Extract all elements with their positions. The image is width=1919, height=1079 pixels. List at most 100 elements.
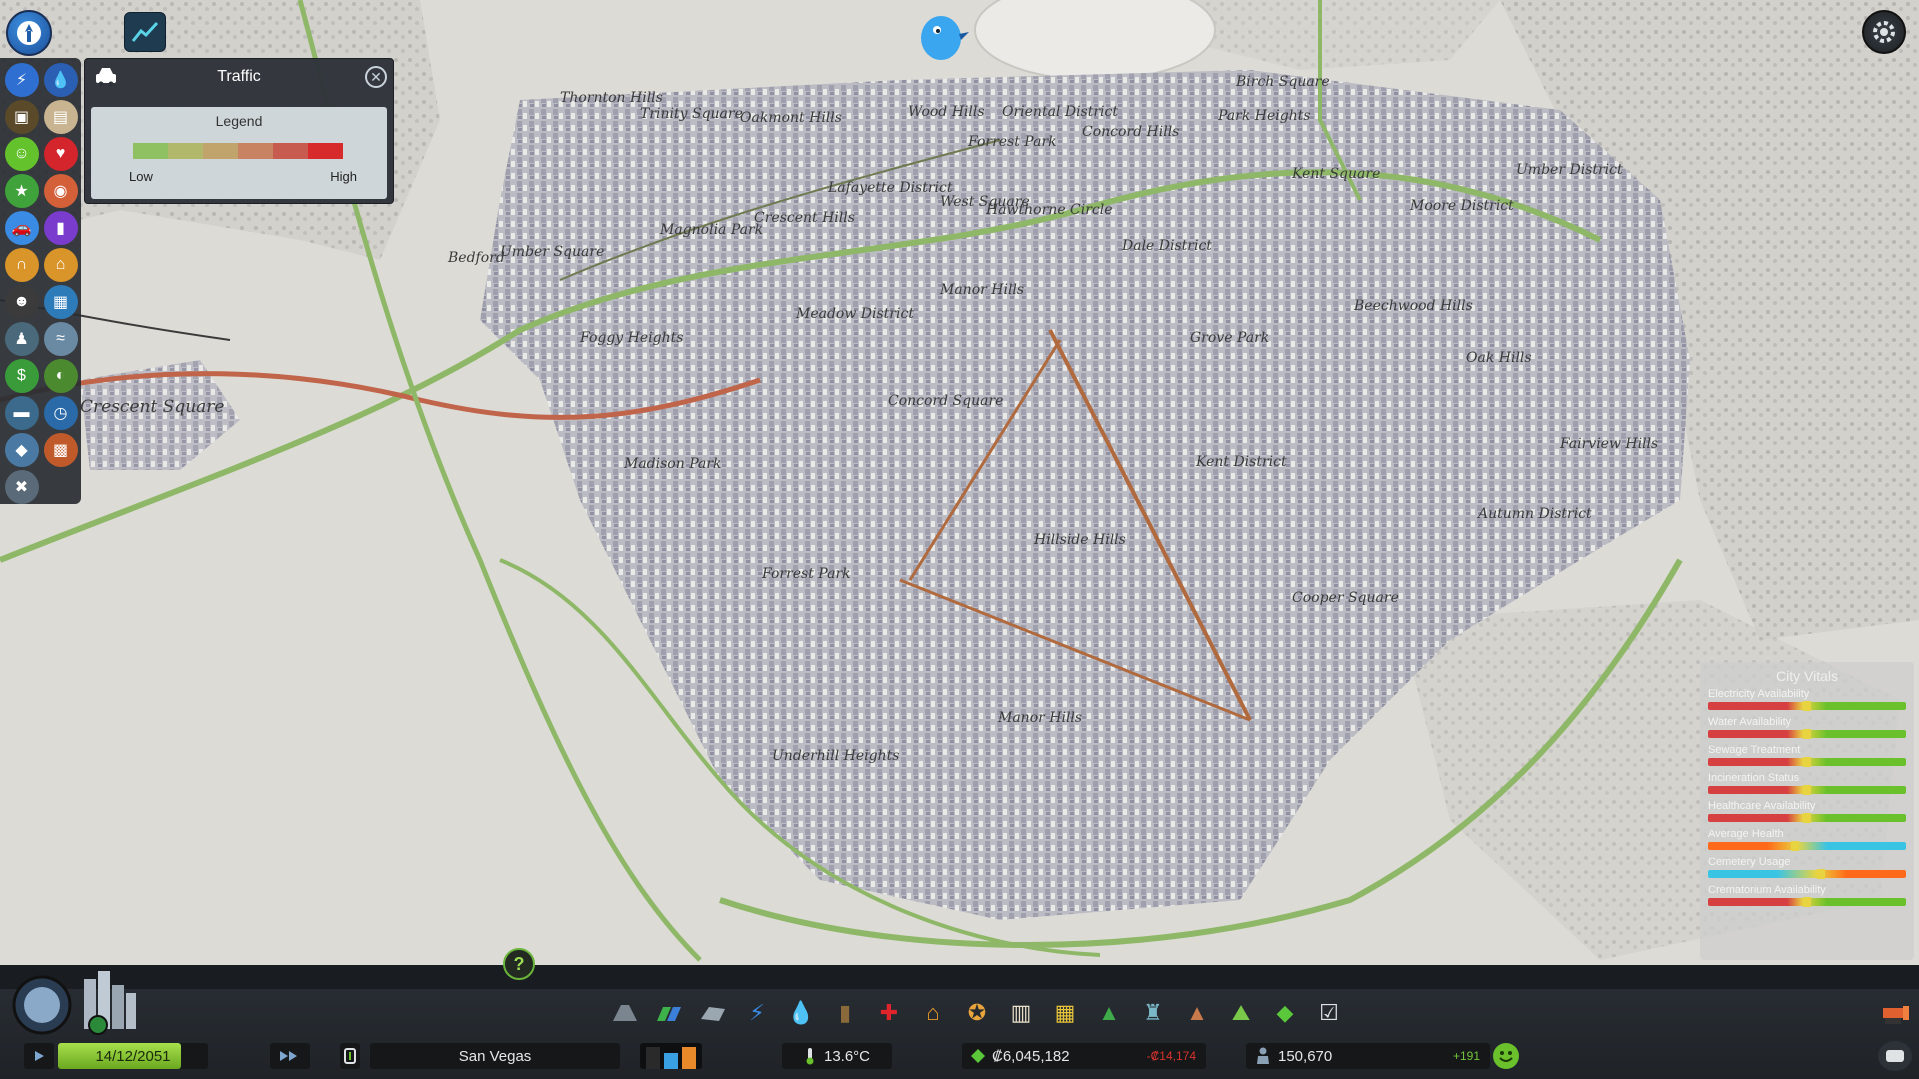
play-icon (35, 1051, 44, 1061)
thermometer-icon (806, 1048, 814, 1065)
electricity-view-icon[interactable]: ⚡ (4, 63, 39, 97)
legend-swatch (168, 143, 203, 159)
money-icon[interactable]: ◆ (1270, 998, 1300, 1028)
money-readout[interactable]: ₡6,045,182 -₡14,174 (962, 1043, 1206, 1069)
vital-bar (1708, 785, 1906, 795)
svg-text:Foggy Heights: Foggy Heights (579, 330, 683, 346)
chirper-button[interactable] (915, 10, 971, 66)
unique-buildings-icon[interactable]: ♜ (1138, 998, 1168, 1028)
svg-text:Forrest Park: Forrest Park (967, 134, 1057, 150)
vital-bar (1708, 897, 1906, 907)
vital-row: Cemetery Usage (1708, 856, 1906, 879)
milestone-icon (17, 21, 41, 45)
garbage-view-icon[interactable]: ▣ (4, 100, 39, 134)
maintenance-view-icon[interactable]: ◷ (43, 396, 78, 430)
svg-text:Kent Square: Kent Square (1291, 166, 1380, 182)
monuments-icon[interactable]: ▲ (1182, 998, 1212, 1028)
close-icon[interactable]: ✕ (365, 66, 387, 88)
svg-text:Oriental District: Oriental District (1002, 104, 1118, 120)
vital-label: Crematorium Availability (1708, 884, 1826, 896)
traffic-legend: Legend Low High (91, 107, 387, 199)
bulldozer-button[interactable] (1879, 1000, 1911, 1026)
vital-row: Electricity Availability (1708, 688, 1906, 711)
info-views-toolbar: ⚡ 💧 ▣ ▤ ☺ ♥ ★ ◉ 🚗 ▮ ∩ ⌂ ☻ ▦ ♟ ≈ $ ◐ ▬ ◷ … (0, 58, 81, 504)
noise-view-icon[interactable]: ◉ (43, 174, 78, 208)
chat-icon (1886, 1050, 1904, 1062)
vital-bar (1708, 729, 1906, 739)
svg-text:Concord Hills: Concord Hills (1082, 124, 1179, 140)
water-view-icon[interactable]: 💧 (43, 63, 78, 97)
svg-text:Fairview Hills: Fairview Hills (1559, 436, 1658, 452)
happiness-view-icon[interactable]: ☺ (4, 137, 39, 171)
outside-connections-view-icon[interactable]: ▬ (4, 396, 39, 430)
policies-icon[interactable]: ☑ (1314, 998, 1344, 1028)
police-icon[interactable]: ✪ (962, 998, 992, 1028)
temperature-readout: 13.6°C (782, 1043, 892, 1069)
svg-text:Beechwood Hills: Beechwood Hills (1353, 298, 1473, 314)
chirper-feed-button[interactable] (1878, 1041, 1912, 1071)
svg-text:Kent District: Kent District (1195, 454, 1287, 470)
settings-button[interactable] (1862, 10, 1906, 54)
svg-text:Cooper Square: Cooper Square (1292, 590, 1399, 606)
game-date: 14/12/2051 (58, 1043, 208, 1069)
svg-text:Wood Hills: Wood Hills (908, 104, 985, 120)
pause-button[interactable] (340, 1043, 360, 1069)
info-views-button[interactable] (124, 12, 166, 52)
traffic-view-icon[interactable]: 🚗 (4, 211, 39, 245)
traffic-panel-title: Traffic (217, 68, 261, 85)
economy-view-icon[interactable]: $ (4, 359, 39, 393)
heating-view-icon[interactable]: ▩ (43, 433, 78, 467)
pollution-view-icon[interactable]: ▮ (43, 211, 78, 245)
public-transport-icon[interactable]: ▦ (1050, 998, 1080, 1028)
construction-toolbar: ⚡ 💧 ▮ ✚ ⌂ ✪ ▥ ▦ ▲ ♜ ▲ ⛰ ◆ ☑ (610, 995, 1344, 1031)
crime-view-icon[interactable]: ☻ (4, 285, 39, 319)
population-readout[interactable]: 150,670 +191 (1246, 1043, 1490, 1069)
game-speed-button[interactable] (270, 1043, 310, 1069)
money-icon (971, 1049, 985, 1063)
landscaping-icon[interactable]: ⛰ (1226, 998, 1256, 1028)
unlock-menu-button[interactable] (6, 10, 52, 56)
resources-view-icon[interactable]: ◐ (43, 359, 78, 393)
svg-text:Oak Hills: Oak Hills (1466, 350, 1532, 366)
vital-label: Incineration Status (1708, 772, 1800, 784)
fire-department-icon[interactable]: ⌂ (918, 998, 948, 1028)
help-button[interactable]: ? (503, 948, 535, 980)
vital-label: Healthcare Availability (1708, 800, 1816, 812)
healthcare-icon[interactable]: ✚ (874, 998, 904, 1028)
svg-text:Umber Square: Umber Square (500, 244, 604, 260)
city-vitals-list: Electricity Availability Water Availabili… (1708, 688, 1906, 907)
city-overview-button[interactable] (6, 965, 156, 1035)
fire-view-icon[interactable]: ⌂ (43, 248, 78, 282)
wind-view-icon[interactable]: ≈ (43, 322, 78, 356)
transport-view-icon[interactable]: ∩ (4, 248, 39, 282)
toolbar-tab-strip (0, 965, 1919, 989)
water-icon[interactable]: 💧 (786, 998, 816, 1028)
education-view-icon[interactable]: ▤ (43, 100, 78, 134)
pause-icon (344, 1048, 356, 1064)
money-delta: -₡14,174 (1146, 1049, 1196, 1063)
happiness-icon[interactable] (1493, 1043, 1519, 1069)
city-name[interactable]: San Vegas (370, 1043, 620, 1069)
vital-marker (1816, 869, 1825, 879)
parks-icon[interactable]: ▲ (1094, 998, 1124, 1028)
play-button[interactable] (24, 1043, 54, 1069)
vital-label: Sewage Treatment (1708, 744, 1801, 756)
date-text: 14/12/2051 (95, 1047, 171, 1065)
public-transport-view-icon[interactable]: ▦ (43, 285, 78, 319)
population-view-icon[interactable]: ♟ (4, 322, 39, 356)
vital-bar (1708, 701, 1906, 711)
districts-icon[interactable] (698, 998, 728, 1028)
vital-bar (1708, 841, 1906, 851)
garbage-icon[interactable]: ▮ (830, 998, 860, 1028)
zoning-icon[interactable] (654, 998, 684, 1028)
traffic-panel-header[interactable]: Traffic ✕ (85, 59, 393, 95)
roads-icon[interactable] (610, 998, 640, 1028)
electricity-icon[interactable]: ⚡ (742, 998, 772, 1028)
health-view-icon[interactable]: ♥ (43, 137, 78, 171)
svg-text:Magnolia Park: Magnolia Park (659, 222, 763, 238)
terrain-view-icon[interactable]: ◆ (4, 433, 39, 467)
tools-view-icon[interactable]: ✖ (4, 470, 39, 504)
education-icon[interactable]: ▥ (1006, 998, 1036, 1028)
landvalue-view-icon[interactable]: ★ (4, 174, 39, 208)
svg-text:Hillside Hills: Hillside Hills (1033, 532, 1126, 548)
